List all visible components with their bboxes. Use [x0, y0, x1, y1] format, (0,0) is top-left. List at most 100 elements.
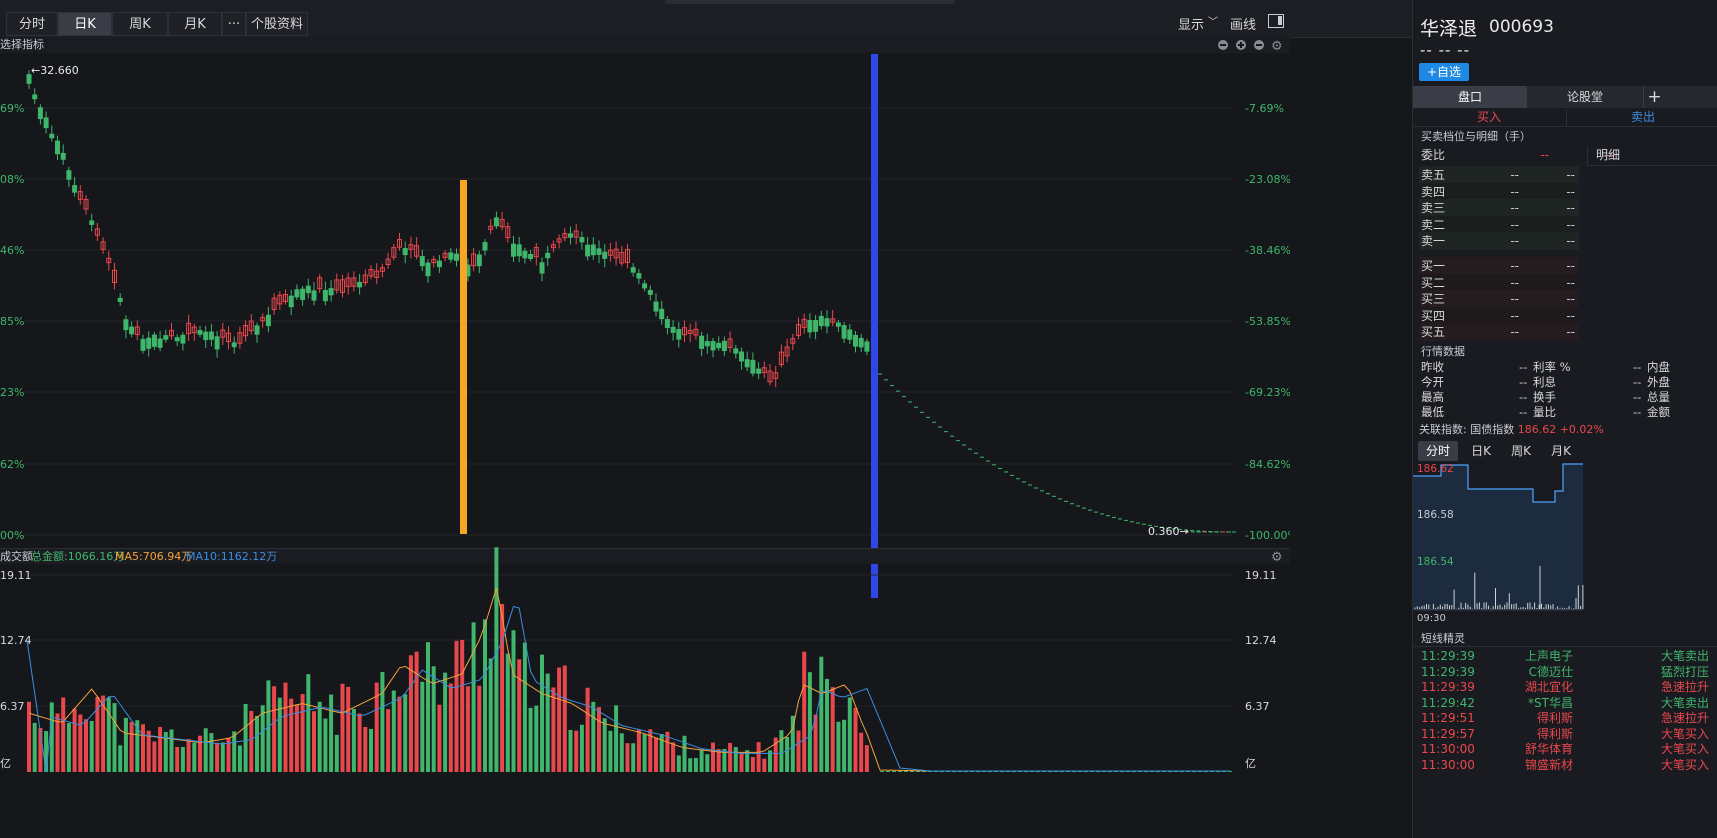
layout-toggle-icon[interactable] [1268, 14, 1284, 28]
volume-bar [386, 709, 391, 772]
ask-volume: -- [1566, 168, 1575, 182]
volume-bar [369, 728, 373, 772]
right-axis-label: -84.62% [1245, 458, 1290, 471]
volume-bar [306, 674, 311, 772]
settings-gear-icon[interactable]: ⚙ [1271, 39, 1283, 54]
zoom-in-icon[interactable] [1236, 40, 1246, 50]
candlestick [49, 133, 55, 139]
short-event-row[interactable]: 11:29:42 *ST华昌 大笔卖出 [1421, 695, 1713, 712]
candlestick [123, 319, 129, 331]
short-event-row[interactable]: 11:29:39 上声电子 大笔卖出 [1421, 648, 1713, 665]
event-type: 急速拉升 [1660, 711, 1709, 725]
blue-cursor-bar[interactable] [871, 54, 878, 598]
bid-volume: -- [1566, 325, 1575, 339]
volume-bar [705, 754, 710, 772]
candlestick [664, 319, 670, 328]
volume-bar [728, 742, 733, 772]
candlestick [699, 335, 705, 349]
volume-bar [864, 745, 869, 772]
volume-settings-gear-icon[interactable]: ⚙ [1271, 550, 1283, 565]
mini-tab-weekly[interactable]: 周K [1501, 441, 1541, 461]
volume-bar [505, 653, 510, 772]
mini-low-label: 186.54 [1417, 556, 1454, 568]
mini-tab-intraday[interactable]: 分时 [1418, 441, 1458, 461]
volume-bar [619, 733, 624, 772]
tab-stock-profile[interactable]: 个股资料 [246, 12, 308, 36]
volume-bar [209, 733, 214, 772]
minimize-icon[interactable] [1254, 40, 1264, 50]
more-tabs-button[interactable]: ··· [222, 12, 246, 36]
candlestick [642, 283, 648, 289]
event-stock[interactable]: C德迈仕 [1529, 664, 1573, 681]
tab-monthly-k[interactable]: 月K [168, 12, 222, 36]
volume-bar [118, 745, 123, 772]
index-mini-chart[interactable]: 186.62 186.58 186.54 09:30 [1413, 461, 1585, 626]
candlestick [579, 237, 585, 243]
related-index[interactable]: 关联指数: 国债指数 186.62 +0.02% [1419, 421, 1604, 437]
tab-intraday[interactable]: 分时 [6, 12, 58, 36]
volume-chart[interactable]: 成交额 总金额:1066.16万 MA5:706.94万 MA10:1162.1… [0, 547, 1412, 838]
short-event-row[interactable]: 11:29:39 C德迈仕 猛烈打压 [1421, 664, 1713, 681]
left-axis-label: 62% [0, 458, 24, 471]
volume-bar [676, 755, 681, 772]
volume-bar [739, 752, 744, 772]
event-stock[interactable]: 得利斯 [1537, 710, 1573, 727]
search-bar-edge[interactable] [665, 0, 955, 4]
mini-tab-daily[interactable]: 日K [1461, 441, 1501, 461]
volume-bar [540, 654, 544, 772]
candlestick [835, 322, 841, 327]
indicator-selector[interactable]: 选择指标 [0, 37, 44, 51]
volume-bar [591, 701, 596, 772]
draw-line-button[interactable]: 画线 [1230, 14, 1256, 33]
candlestick [208, 331, 214, 340]
chevron-down-icon[interactable]: ﹀ [1208, 13, 1218, 28]
short-event-row[interactable]: 11:29:51 得利斯 急速拉升 [1421, 710, 1713, 727]
candlestick [436, 260, 442, 268]
zoom-out-icon[interactable] [1218, 40, 1228, 50]
tab-orderbook[interactable]: 盘口 [1413, 86, 1527, 108]
market-data-row: 今开 -- 利息 -- 外盘 [1421, 374, 1711, 390]
sell-button[interactable]: 卖出 [1566, 109, 1717, 126]
buy-button[interactable]: 买入 [1413, 109, 1565, 126]
event-stock[interactable]: 湖北宜化 [1525, 679, 1573, 696]
candlestick [670, 326, 676, 333]
mini-tab-monthly[interactable]: 月K [1541, 441, 1581, 461]
candlestick [157, 338, 163, 348]
add-tab-icon[interactable]: + [1643, 86, 1665, 108]
tab-forum[interactable]: 论股堂 [1528, 86, 1642, 108]
event-time: 11:30:00 [1421, 757, 1475, 772]
event-stock[interactable]: 锦盛新材 [1525, 757, 1573, 774]
volume-bar [454, 640, 459, 772]
display-button[interactable]: 显示 [1178, 14, 1204, 33]
candlestick [590, 244, 596, 256]
volume-bar [608, 730, 613, 772]
md-value-b: -- [1633, 375, 1642, 389]
bid-row: 买四 -- -- [1419, 306, 1579, 325]
short-event-row[interactable]: 11:29:39 湖北宜化 急速拉升 [1421, 679, 1713, 696]
event-stock[interactable]: *ST华昌 [1528, 695, 1573, 712]
volume-bar [483, 619, 487, 772]
add-watchlist-button[interactable]: +自选 [1419, 63, 1469, 81]
candlestick [676, 329, 682, 340]
md-value-b: -- [1633, 360, 1642, 374]
md-value-a: -- [1519, 390, 1528, 404]
related-index-name[interactable]: 国债指数 [1470, 423, 1514, 436]
tab-weekly-k[interactable]: 周K [112, 12, 168, 36]
ask-price: -- [1510, 217, 1519, 232]
candlestick [539, 262, 545, 274]
tab-daily-k[interactable]: 日K [58, 12, 112, 36]
kline-svg[interactable]: 选择指标 ⚙ 69% 08% 46% 85% 23% 62% 00% -7.69% -23.0… [0, 37, 1290, 598]
related-index-label: 关联指数: [1419, 423, 1467, 436]
kline-chart[interactable]: 选择指标 ⚙ 69% 08% 46% 85% 23% 62% 00% -7.69% -23.0… [0, 37, 1412, 598]
volume-bar [312, 711, 316, 772]
volume-bar [112, 703, 117, 772]
short-event-row[interactable]: 11:29:57 得利斯 大笔买入 [1421, 726, 1713, 743]
short-event-row[interactable]: 11:30:00 舒华体育 大笔买入 [1421, 741, 1713, 758]
volume-bar [346, 686, 351, 772]
volume-svg[interactable]: 成交额 总金额:1066.16万 MA5:706.94万 MA10:1162.1… [0, 547, 1290, 788]
event-stock[interactable]: 舒华体育 [1525, 741, 1573, 758]
short-event-row[interactable]: 11:30:00 锦盛新材 大笔买入 [1421, 757, 1713, 774]
bid-price: -- [1510, 259, 1519, 273]
event-stock[interactable]: 得利斯 [1537, 726, 1573, 743]
event-stock[interactable]: 上声电子 [1525, 648, 1573, 665]
